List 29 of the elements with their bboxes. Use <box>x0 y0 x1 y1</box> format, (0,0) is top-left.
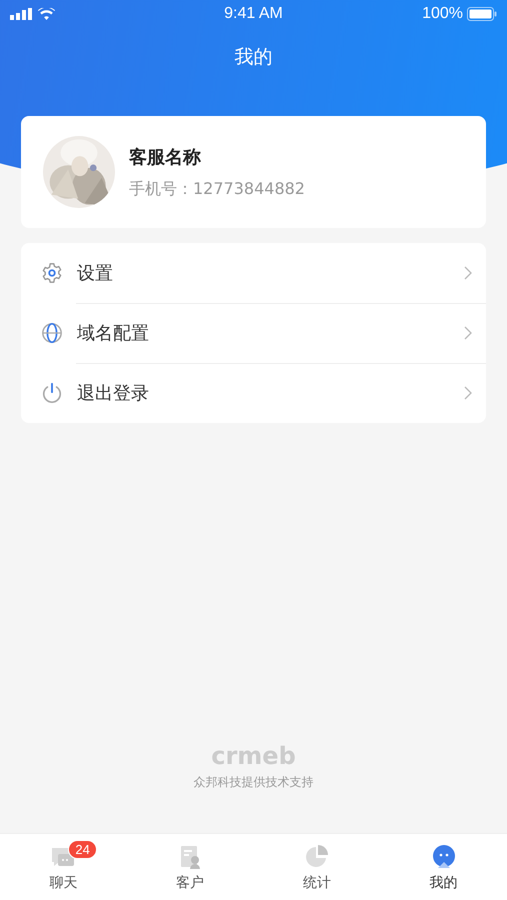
menu-item[interactable]: 域名配置 <box>21 303 486 363</box>
profile-phone: 手机号：12773844882 <box>129 178 305 200</box>
pie-chart-icon <box>304 844 330 870</box>
tab-item[interactable]: 统计 <box>254 834 380 900</box>
battery-icon <box>466 7 497 21</box>
signal-icon <box>10 8 32 20</box>
menu-label: 域名配置 <box>77 322 150 345</box>
chevron-right-icon <box>464 266 472 280</box>
globe-icon <box>41 322 63 344</box>
tab-item[interactable]: 我的 <box>380 834 507 900</box>
status-time: 9:41 AM <box>224 5 283 23</box>
chevron-right-icon <box>464 386 472 400</box>
battery-percent: 100% <box>422 5 463 23</box>
unread-count-badge: 24 <box>68 840 97 859</box>
menu-item[interactable]: 退出登录 <box>21 363 486 423</box>
wifi-icon <box>38 8 55 20</box>
profile-card[interactable]: 客服名称 手机号：12773844882 <box>21 116 486 228</box>
gear-icon <box>41 262 63 284</box>
user-face-icon <box>430 844 457 870</box>
tab-item[interactable]: 24 聊天 <box>0 834 127 900</box>
menu-item[interactable]: 设置 <box>21 243 486 303</box>
credit-text: 众邦科技提供技术支持 <box>194 774 314 791</box>
chevron-right-icon <box>464 326 472 340</box>
tab-item[interactable]: 客户 <box>126 834 254 900</box>
power-icon <box>41 382 63 404</box>
profile-name: 客服名称 <box>129 146 202 168</box>
menu-label: 退出登录 <box>77 382 150 405</box>
page-title: 我的 <box>234 45 274 70</box>
menu-label: 设置 <box>77 262 114 285</box>
